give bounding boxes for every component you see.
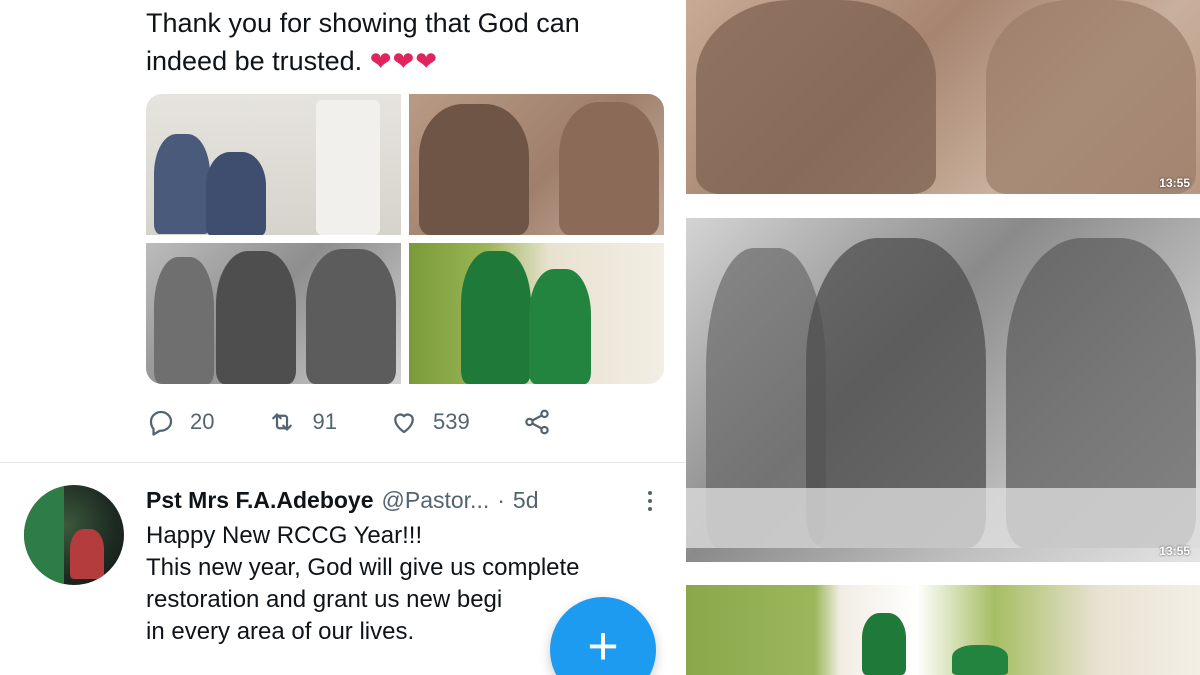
tweet-photo-grid (146, 94, 664, 384)
plus-icon: + (587, 616, 619, 675)
reply-icon (149, 410, 173, 436)
photo-viewer: 13:55 13:55 (686, 0, 1200, 675)
author-handle[interactable]: @Pastor... (382, 487, 490, 514)
retweet-count: 91 (312, 409, 337, 434)
twitter-feed: Thank you for showing that God can indee… (0, 0, 686, 675)
photo-green-attire[interactable] (409, 243, 664, 384)
viewer-photo-bw[interactable]: 13:55 (686, 218, 1200, 562)
tweet-time[interactable]: 5d (513, 487, 539, 514)
viewer-photo-green[interactable] (686, 585, 1200, 675)
like-button[interactable]: 539 (389, 407, 470, 437)
photo-timestamp: 13:55 (1159, 176, 1190, 190)
photo-cake-couple[interactable] (146, 94, 401, 235)
share-button[interactable] (522, 407, 566, 437)
more-vertical-icon (648, 491, 652, 511)
photo-sepia-portrait[interactable] (409, 94, 664, 235)
tweet-body: Thank you for showing that God can indee… (146, 8, 580, 76)
tweet-actions: 20 91 539 (146, 402, 618, 442)
viewer-photo-sepia[interactable]: 13:55 (686, 0, 1200, 194)
heart-emojis: ❤❤❤ (369, 46, 439, 76)
tweet-divider (0, 462, 686, 463)
heart-icon (394, 413, 414, 434)
photo-timestamp: 13:55 (1159, 544, 1190, 558)
reply-count: 20 (190, 409, 215, 434)
like-count: 539 (432, 409, 470, 434)
reply-button[interactable]: 20 (146, 407, 214, 437)
author-name[interactable]: Pst Mrs F.A.Adeboye (146, 487, 374, 514)
tweet-header: Pst Mrs F.A.Adeboye @Pastor... · 5d (146, 484, 666, 516)
share-icon (524, 409, 549, 435)
tweet-line-1: Happy New RCCG Year!!! (146, 522, 423, 549)
time-separator: · (497, 486, 505, 513)
retweet-icon (272, 413, 293, 431)
tweet-text: Thank you for showing that God can indee… (146, 4, 666, 80)
photo-bw-signing[interactable] (146, 243, 401, 384)
more-options-button[interactable] (640, 488, 660, 514)
retweet-button[interactable]: 91 (266, 407, 337, 437)
avatar[interactable] (24, 485, 124, 585)
